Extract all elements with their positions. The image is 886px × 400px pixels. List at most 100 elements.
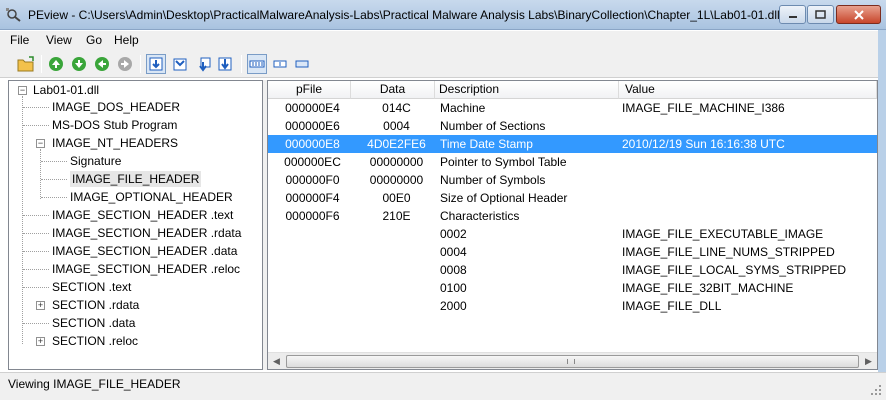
tree-item-section-header-reloc[interactable]: IMAGE_SECTION_HEADER .reloc	[52, 261, 240, 277]
tree-item-section-reloc[interactable]: SECTION .reloc	[52, 333, 138, 349]
table-row[interactable]: 0100 IMAGE_FILE_32BIT_MACHINE	[268, 279, 877, 297]
cell-data: 00000000	[369, 155, 424, 169]
cell-data: 00E0	[382, 191, 411, 205]
table-row[interactable]: 2000 IMAGE_FILE_DLL	[268, 297, 877, 315]
close-button[interactable]	[836, 5, 881, 24]
forward-disabled-button[interactable]	[115, 54, 135, 74]
resize-grip-icon[interactable]	[870, 384, 882, 396]
window-frame-edge	[878, 30, 886, 400]
horizontal-scrollbar[interactable]: ◀ ▶	[268, 352, 877, 369]
tree-view[interactable]: − Lab01-01.dll IMAGE_DOS_HEADER MS-DOS S…	[8, 80, 263, 370]
table-row[interactable]: 0002 IMAGE_FILE_EXECUTABLE_IMAGE	[268, 225, 877, 243]
scroll-left-arrow[interactable]: ◀	[268, 353, 285, 369]
view-small-button[interactable]	[292, 54, 312, 74]
maximize-icon	[815, 10, 826, 19]
menu-go[interactable]: Go	[86, 33, 102, 47]
tree-collapse-root[interactable]: −	[18, 86, 27, 95]
table-row[interactable]: 0008 IMAGE_FILE_LOCAL_SYMS_STRIPPED	[268, 261, 877, 279]
tree-item-signature[interactable]: Signature	[70, 153, 121, 169]
scroll-right-arrow[interactable]: ▶	[860, 353, 877, 369]
cell-data: 210E	[382, 209, 411, 223]
cell-value: IMAGE_FILE_LINE_NUMS_STRIPPED	[622, 245, 835, 259]
table-row[interactable]: 000000EC 00000000 Pointer to Symbol Table	[268, 153, 877, 171]
menu-help[interactable]: Help	[114, 33, 139, 47]
cell-description: Number of Symbols	[440, 173, 546, 187]
table-row[interactable]: 000000F0 00000000 Number of Symbols	[268, 171, 877, 189]
table-row[interactable]: 000000E6 0004 Number of Sections	[268, 117, 877, 135]
table-row[interactable]: 000000F6 210E Characteristics	[268, 207, 877, 225]
tree-item-section-rdata[interactable]: SECTION .rdata	[52, 297, 139, 313]
tree-item-section-data[interactable]: SECTION .data	[52, 315, 135, 331]
column-header-pfile[interactable]: pFile	[268, 81, 351, 99]
view-byte-icon	[149, 57, 163, 71]
cell-data: 0004	[383, 119, 410, 133]
cell-description: 2000	[440, 299, 467, 313]
cell-description: 0008	[440, 263, 467, 277]
tree-item-image-nt-headers[interactable]: IMAGE_NT_HEADERS	[52, 135, 178, 151]
cell-data: 014C	[382, 101, 411, 115]
table-row[interactable]: 0004 IMAGE_FILE_LINE_NUMS_STRIPPED	[268, 243, 877, 261]
title-bar[interactable]: PEview - C:\Users\Admin\Desktop\Practica…	[0, 0, 886, 30]
view-word-button[interactable]	[170, 54, 190, 74]
view-qword-icon	[218, 57, 232, 71]
view-small-icon	[295, 60, 309, 68]
detail-list[interactable]: pFile Data Description Value 000000E4 014…	[267, 80, 878, 370]
back-alt-button[interactable]	[92, 54, 112, 74]
cell-pfile: 000000F0	[285, 173, 340, 187]
maximize-button[interactable]	[807, 5, 834, 24]
scroll-thumb[interactable]	[286, 355, 859, 368]
cell-description: Machine	[440, 101, 486, 115]
column-header-value[interactable]: Value	[619, 81, 877, 99]
tree-collapse-nt-headers[interactable]: −	[36, 139, 45, 148]
cell-value: IMAGE_FILE_MACHINE_I386	[622, 101, 785, 115]
cell-description: 0100	[440, 281, 467, 295]
column-header-data[interactable]: Data	[351, 81, 435, 99]
minimize-icon	[788, 15, 797, 18]
forward-disabled-icon	[118, 57, 132, 71]
tree-item-section-header-data[interactable]: IMAGE_SECTION_HEADER .data	[52, 243, 237, 259]
column-header-description[interactable]: Description	[435, 81, 619, 99]
cell-pfile: 000000E4	[285, 101, 340, 115]
tree-item-section-header-rdata[interactable]: IMAGE_SECTION_HEADER .rdata	[52, 225, 241, 241]
forward-button[interactable]	[69, 54, 89, 74]
back-button[interactable]	[46, 54, 66, 74]
cell-pfile: 000000F4	[285, 191, 340, 205]
open-button[interactable]	[16, 54, 36, 74]
cell-pfile: 000000E6	[285, 119, 340, 133]
cell-description: 0004	[440, 245, 467, 259]
cell-description: Time Date Stamp	[440, 137, 533, 151]
status-text: Viewing IMAGE_FILE_HEADER	[8, 377, 181, 391]
view-list-icon	[273, 60, 287, 68]
cell-description: Number of Sections	[440, 119, 546, 133]
cell-data: 00000000	[369, 173, 424, 187]
tree-item-ms-dos-stub[interactable]: MS-DOS Stub Program	[52, 117, 177, 133]
view-detail-icon	[249, 60, 265, 68]
tree-item-section-text[interactable]: SECTION .text	[52, 279, 131, 295]
minimize-button[interactable]	[779, 5, 806, 24]
tree-item-section-header-text[interactable]: IMAGE_SECTION_HEADER .text	[52, 207, 233, 223]
tree-item-image-file-header[interactable]: IMAGE_FILE_HEADER	[70, 171, 202, 187]
menu-view[interactable]: View	[46, 33, 72, 47]
view-dword-button[interactable]	[194, 54, 214, 74]
cell-pfile: 000000EC	[284, 155, 341, 169]
app-icon	[6, 8, 21, 22]
tree-item-image-optional-header[interactable]: IMAGE_OPTIONAL_HEADER	[70, 189, 233, 205]
menu-file[interactable]: File	[10, 33, 29, 47]
back-alt-icon	[95, 57, 109, 71]
cell-description: Size of Optional Header	[440, 191, 568, 205]
table-row[interactable]: 000000F4 00E0 Size of Optional Header	[268, 189, 877, 207]
window-title: PEview - C:\Users\Admin\Desktop\Practica…	[28, 8, 780, 22]
tree-expand-section-reloc[interactable]: +	[36, 337, 45, 346]
view-list-button[interactable]	[270, 54, 290, 74]
view-detail-button[interactable]	[247, 54, 267, 74]
tree-root[interactable]: Lab01-01.dll	[33, 82, 99, 98]
view-qword-button[interactable]	[215, 54, 235, 74]
cell-value: IMAGE_FILE_EXECUTABLE_IMAGE	[622, 227, 824, 241]
table-row[interactable]: 000000E8 4D0E2FE6 Time Date Stamp 2010/12/1…	[268, 135, 877, 153]
tree-expand-section-rdata[interactable]: +	[36, 301, 45, 310]
tree-item-image-dos-header[interactable]: IMAGE_DOS_HEADER	[52, 99, 180, 115]
forward-icon	[72, 57, 86, 71]
view-byte-button[interactable]	[146, 54, 166, 74]
cell-value: IMAGE_FILE_LOCAL_SYMS_STRIPPED	[622, 263, 847, 277]
table-row[interactable]: 000000E4 014C Machine IMAGE_FILE_MACHINE_I3…	[268, 99, 877, 117]
